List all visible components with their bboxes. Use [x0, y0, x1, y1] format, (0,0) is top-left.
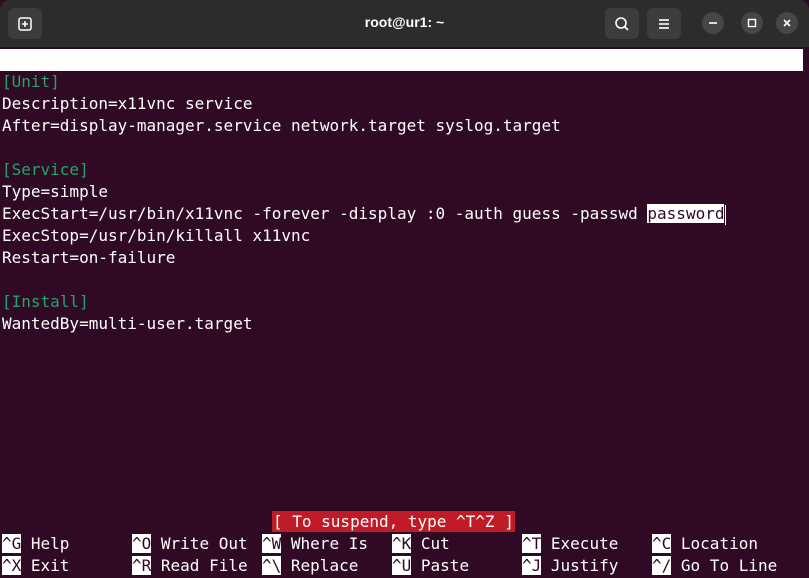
shortcut-write-out[interactable]: ^O Write Out — [132, 533, 248, 555]
shortcut-exit[interactable]: ^X Exit — [2, 555, 69, 577]
line-restart: Restart=on-failure — [2, 248, 176, 267]
minimize-button[interactable] — [702, 12, 724, 34]
nano-header-bar: GNU nano 7.2 /lib/systemd/system/x11vnc.… — [0, 49, 803, 135]
terminal-area[interactable]: GNU nano 7.2 /lib/systemd/system/x11vnc.… — [0, 49, 809, 578]
section-unit: [Unit] — [2, 72, 60, 91]
window-title: root@ur1: ~ — [364, 14, 445, 30]
shortcut-label: Cut — [420, 534, 450, 553]
shortcut-key: ^G — [2, 534, 22, 553]
shortcut-read-file[interactable]: ^R Read File — [132, 555, 248, 577]
shortcut-label: Read File — [160, 556, 248, 575]
line-execstart: ExecStart=/usr/bin/x11vnc -forever -disp… — [2, 203, 727, 225]
shortcut-key: ^T — [522, 534, 542, 553]
shortcut-label: Go To Line — [680, 556, 778, 575]
shortcut-key: ^U — [392, 556, 412, 575]
shortcut-label: Where Is — [290, 534, 368, 553]
menu-button[interactable] — [647, 8, 681, 39]
text-cursor — [725, 204, 727, 225]
line-execstop: ExecStop=/usr/bin/killall x11vnc — [2, 226, 311, 245]
shortcut-where-is[interactable]: ^W Where Is — [262, 533, 368, 555]
shortcut-key: ^C — [652, 534, 672, 553]
minimize-icon — [709, 22, 717, 24]
search-icon — [615, 16, 629, 31]
shortcut-label: Exit — [30, 556, 70, 575]
shortcut-label: Paste — [420, 556, 470, 575]
shortcut-key: ^R — [132, 556, 152, 575]
selected-password: password — [647, 204, 725, 223]
shortcut-key: ^/ — [652, 556, 672, 575]
shortcut-replace[interactable]: ^\ Replace — [262, 555, 358, 577]
shortcut-label: Justify — [550, 556, 619, 575]
shortcut-execute[interactable]: ^T Execute — [522, 533, 618, 555]
hamburger-menu-icon — [659, 18, 669, 29]
shortcut-help[interactable]: ^G Help — [2, 533, 69, 555]
status-message: [ To suspend, type ^T^Z ] — [272, 511, 515, 532]
shortcut-justify[interactable]: ^J Justify — [522, 555, 618, 577]
shortcut-label: Replace — [290, 556, 359, 575]
shortcut-label: Location — [680, 534, 758, 553]
shortcut-label: Help — [30, 534, 70, 553]
section-install: [Install] — [2, 292, 89, 311]
file-path: /lib/systemd/system/x11vnc.service — [252, 94, 580, 113]
shortcut-key: ^J — [522, 556, 542, 575]
modified-indicator: * — [602, 116, 612, 135]
section-service: [Service] — [2, 160, 89, 179]
shortcut-key: ^K — [392, 534, 412, 553]
shortcut-key: ^\ — [262, 556, 282, 575]
shortcut-label: Write Out — [160, 534, 248, 553]
shortcut-key: ^W — [262, 534, 282, 553]
shortcut-key: ^O — [132, 534, 152, 553]
close-button[interactable] — [776, 12, 798, 34]
shortcut-paste[interactable]: ^U Paste — [392, 555, 469, 577]
shortcut-location[interactable]: ^C Location — [652, 533, 758, 555]
line-type: Type=simple — [2, 182, 108, 201]
line-wantedby: WantedBy=multi-user.target — [2, 314, 253, 333]
shortcut-label: Execute — [550, 534, 619, 553]
shortcut-go-to-line[interactable]: ^/ Go To Line — [652, 555, 777, 577]
search-button[interactable] — [605, 8, 639, 39]
maximize-button[interactable] — [741, 12, 763, 34]
close-icon — [783, 19, 791, 27]
shortcut-cut[interactable]: ^K Cut — [392, 533, 450, 555]
execstart-text: ExecStart=/usr/bin/x11vnc -forever -disp… — [2, 204, 648, 223]
window-titlebar: root@ur1: ~ — [0, 0, 809, 47]
line-after: After=display-manager.service network.ta… — [2, 116, 561, 135]
shortcut-key: ^X — [2, 556, 22, 575]
line-description: Description=x11vnc service — [2, 94, 253, 113]
maximize-icon — [747, 18, 757, 28]
